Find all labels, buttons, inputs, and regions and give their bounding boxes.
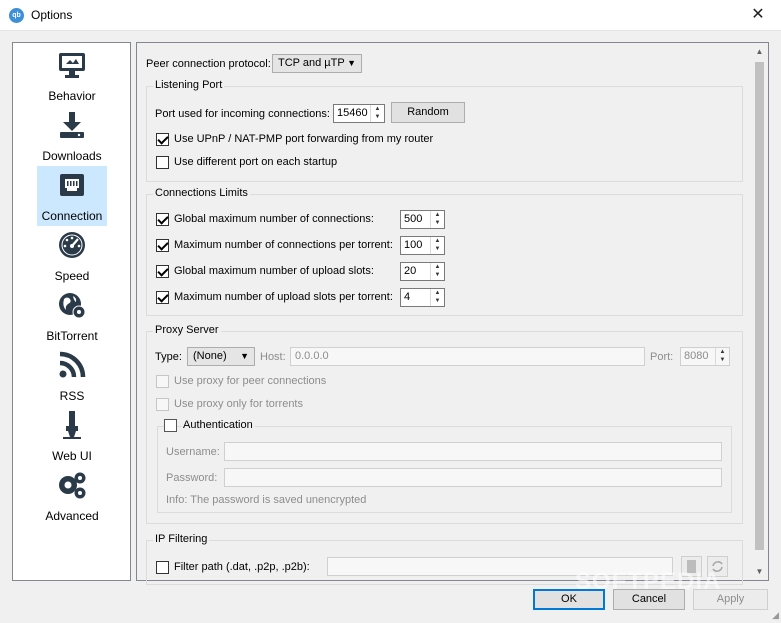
chevron-down-icon: ▼ bbox=[347, 58, 356, 68]
global-upload-slots-checkbox[interactable] bbox=[156, 265, 169, 278]
title-bar: qb Options ✕ bbox=[0, 0, 781, 31]
spin-arrows-icon[interactable]: ▲ ▼ bbox=[430, 289, 444, 306]
close-button[interactable]: ✕ bbox=[735, 0, 781, 31]
per-torrent-connections-label: Maximum number of connections per torren… bbox=[174, 239, 393, 251]
incoming-port-label: Port used for incoming connections: bbox=[155, 108, 330, 120]
sidebar-item-behavior[interactable]: Behavior bbox=[37, 46, 107, 106]
proxy-torrents-checkbox[interactable] bbox=[156, 398, 169, 411]
sidebar-item-label: Web UI bbox=[52, 449, 92, 463]
proxy-port-value: 8080 bbox=[684, 350, 709, 362]
password-info-text: Info: The password is saved unencrypted bbox=[166, 494, 367, 506]
gears-icon bbox=[59, 472, 86, 499]
global-max-connections-checkbox[interactable] bbox=[156, 213, 169, 226]
vertical-scrollbar[interactable]: ▲ ▼ bbox=[751, 43, 768, 580]
scroll-up-icon[interactable]: ▲ bbox=[751, 43, 768, 60]
username-input[interactable] bbox=[224, 442, 722, 461]
global-upload-slots-label: Global maximum number of upload slots: bbox=[174, 265, 374, 277]
qbittorrent-logo-icon: qb bbox=[9, 8, 24, 23]
incoming-port-spinbox[interactable]: 15460 ▲ ▼ bbox=[333, 104, 385, 123]
proxy-host-input[interactable]: 0.0.0.0 bbox=[290, 347, 645, 366]
scroll-down-icon[interactable]: ▼ bbox=[751, 563, 768, 580]
sidebar-item-webui[interactable]: Web UI bbox=[37, 406, 107, 466]
sidebar-item-label: Advanced bbox=[45, 509, 99, 523]
globe-gear-icon bbox=[59, 293, 86, 319]
spin-arrows-icon[interactable]: ▲ ▼ bbox=[430, 263, 444, 280]
protocol-label: Peer connection protocol: bbox=[146, 58, 271, 70]
sidebar-item-advanced[interactable]: Advanced bbox=[37, 466, 107, 526]
rss-icon bbox=[59, 351, 86, 378]
per-torrent-connections-checkbox[interactable] bbox=[156, 239, 169, 252]
sidebar-item-label: BitTorrent bbox=[46, 329, 98, 343]
proxy-port-spinbox[interactable]: 8080 ▲ ▼ bbox=[680, 347, 730, 366]
proxy-type-value: (None) bbox=[193, 350, 227, 362]
protocol-select[interactable]: TCP and µTP ▼ bbox=[272, 54, 362, 73]
spin-value: 100 bbox=[404, 239, 423, 251]
authentication-label: Authentication bbox=[181, 419, 255, 431]
sidebar-item-bittorrent[interactable]: BitTorrent bbox=[37, 286, 107, 346]
protocol-select-value: TCP and µTP bbox=[278, 57, 345, 69]
sidebar-item-label: RSS bbox=[59, 389, 85, 403]
network-icon bbox=[60, 174, 84, 196]
proxy-server-title: Proxy Server bbox=[153, 324, 221, 336]
spin-arrows-icon[interactable]: ▲ ▼ bbox=[430, 211, 444, 228]
sidebar-item-connection[interactable]: Connection bbox=[37, 166, 107, 226]
sidebar-item-label: Speed bbox=[54, 269, 90, 283]
spin-arrows-icon[interactable]: ▲ ▼ bbox=[430, 237, 444, 254]
proxy-type-label: Type: bbox=[155, 351, 182, 363]
proxy-peer-label: Use proxy for peer connections bbox=[174, 375, 327, 387]
speedometer-icon bbox=[59, 232, 85, 258]
proxy-torrents-label: Use proxy only for torrents bbox=[174, 398, 303, 410]
window-title: Options bbox=[31, 8, 73, 22]
resize-grip-icon[interactable]: ◢ bbox=[772, 610, 779, 621]
global-max-connections-label: Global maximum number of connections: bbox=[174, 213, 374, 225]
proxy-type-select[interactable]: (None) ▼ bbox=[187, 347, 255, 366]
sidebar-item-speed[interactable]: Speed bbox=[37, 226, 107, 286]
spin-arrows-icon[interactable]: ▲ ▼ bbox=[370, 105, 384, 122]
ip-filter-checkbox[interactable] bbox=[156, 561, 169, 574]
sidebar-item-rss[interactable]: RSS bbox=[37, 346, 107, 406]
spin-value: 500 bbox=[404, 213, 423, 225]
monitor-icon bbox=[59, 53, 85, 78]
scrollbar-thumb[interactable] bbox=[755, 62, 764, 550]
per-torrent-upload-slots-label: Maximum number of upload slots per torre… bbox=[174, 291, 393, 303]
sidebar-item-label: Behavior bbox=[48, 89, 96, 103]
ip-filter-path-label: Filter path (.dat, .p2p, .p2b): bbox=[174, 561, 310, 573]
per-torrent-connections-spinbox[interactable]: 100 ▲ ▼ bbox=[400, 236, 445, 255]
password-label: Password: bbox=[166, 472, 218, 484]
proxy-peer-checkbox[interactable] bbox=[156, 375, 169, 388]
global-upload-slots-spinbox[interactable]: 20 ▲ ▼ bbox=[400, 262, 445, 281]
sidebar-item-label: Connection bbox=[41, 209, 103, 223]
proxy-host-label: Host: bbox=[260, 351, 286, 363]
spin-value: 4 bbox=[404, 291, 411, 303]
connection-limits-title: Connections Limits bbox=[153, 187, 250, 199]
spin-arrows-icon[interactable]: ▲ ▼ bbox=[715, 348, 729, 365]
chevron-down-icon: ▼ bbox=[240, 351, 249, 361]
authentication-checkbox[interactable] bbox=[164, 419, 177, 432]
upnp-label: Use UPnP / NAT-PMP port forwarding from … bbox=[174, 133, 434, 145]
spin-value: 20 bbox=[404, 265, 417, 277]
different-port-label: Use different port on each startup bbox=[174, 156, 338, 168]
global-max-connections-spinbox[interactable]: 500 ▲ ▼ bbox=[400, 210, 445, 229]
sidebar-item-downloads[interactable]: Downloads bbox=[37, 106, 107, 166]
connection-settings-panel: Peer connection protocol: TCP and µTP ▼ … bbox=[136, 42, 769, 585]
random-port-button[interactable]: Random bbox=[391, 102, 465, 123]
upnp-checkbox[interactable] bbox=[156, 133, 169, 146]
listening-port-title: Listening Port bbox=[153, 79, 225, 91]
different-port-checkbox[interactable] bbox=[156, 156, 169, 169]
per-torrent-upload-slots-spinbox[interactable]: 4 ▲ ▼ bbox=[400, 288, 445, 307]
password-input[interactable] bbox=[224, 468, 722, 487]
ip-filtering-title: IP Filtering bbox=[153, 533, 210, 545]
sidebar-item-label: Downloads bbox=[42, 149, 102, 163]
proxy-port-label: Port: bbox=[650, 351, 674, 363]
username-label: Username: bbox=[166, 446, 220, 458]
softpedia-watermark: SOFTPEDIA bbox=[575, 568, 722, 595]
options-sidebar: Behavior Downloads Connection Speed BitT… bbox=[12, 42, 131, 581]
per-torrent-upload-slots-checkbox[interactable] bbox=[156, 291, 169, 304]
plug-icon bbox=[63, 411, 81, 439]
download-icon bbox=[60, 112, 84, 138]
incoming-port-value: 15460 bbox=[337, 107, 368, 119]
